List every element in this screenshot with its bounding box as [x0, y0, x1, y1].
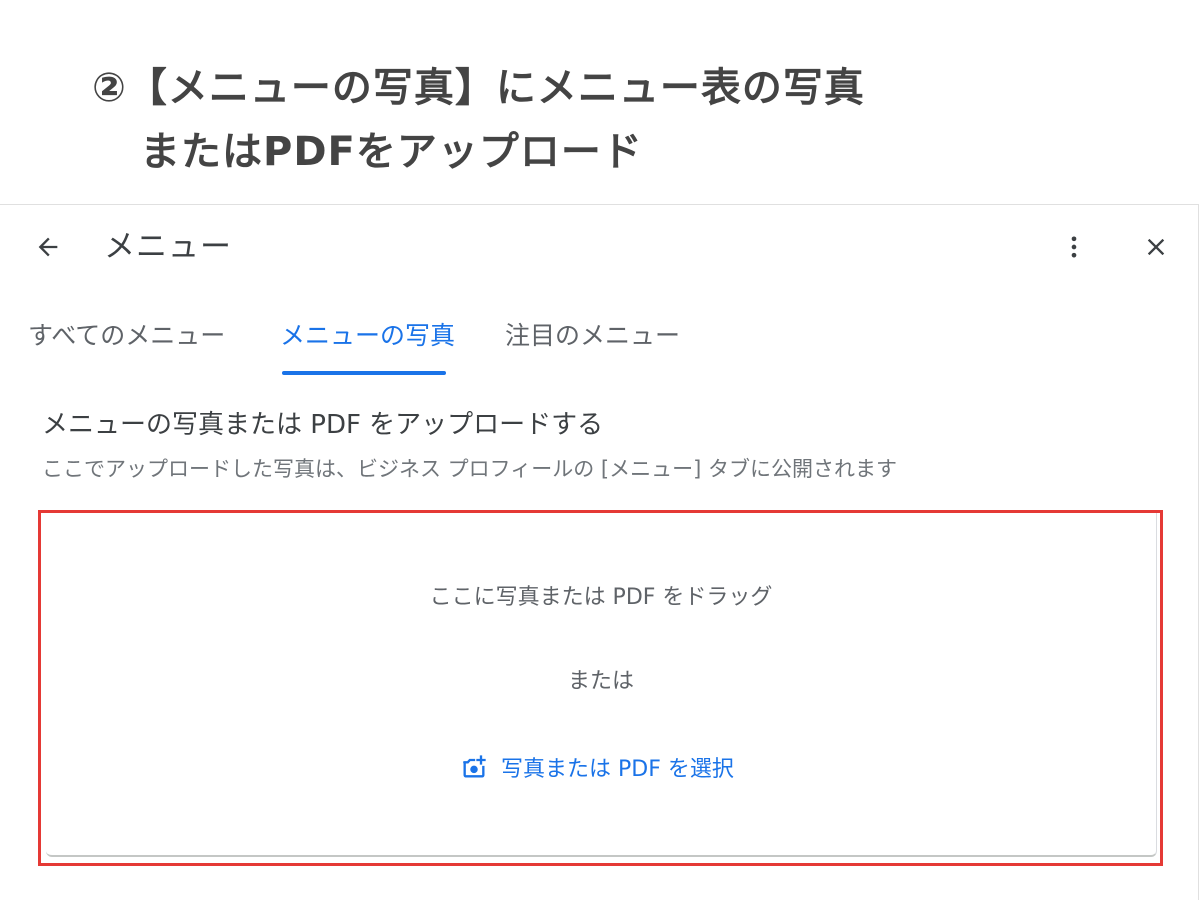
instruction-line-2: またはPDFをアップロード [140, 129, 643, 175]
more-vert-icon [1071, 236, 1077, 258]
tab-menu-photos[interactable]: メニューの写真 [280, 313, 455, 375]
select-file-button[interactable]: 写真または PDF を選択 [459, 747, 734, 787]
or-separator: または [567, 669, 634, 694]
drag-instruction: ここに写真または PDF をドラッグ [429, 585, 773, 610]
instruction-heading: ②【メニューの写真】にメニュー表の写真 またはPDFをアップロード [92, 56, 1092, 184]
dropzone-highlight-frame: ここに写真または PDF をドラッグ または 写真または PDF を選択 [38, 510, 1163, 866]
screenshot-canvas: ②【メニューの写真】にメニュー表の写真 またはPDFをアップロード メニュー す… [0, 0, 1200, 900]
add-photo-icon [459, 752, 489, 782]
tab-all-menu[interactable]: すべてのメニュー [28, 313, 225, 375]
instruction-line-1: ②【メニューの写真】にメニュー表の写真 [92, 65, 865, 111]
dialog-title: メニュー [104, 229, 232, 265]
upload-section-subtitle: ここでアップロードした写真は、ビジネス プロフィールの [メニュー] タブに公開… [42, 457, 897, 481]
close-button[interactable] [1136, 227, 1176, 267]
back-button[interactable] [28, 227, 68, 267]
more-options-button[interactable] [1054, 227, 1094, 267]
dialog-header: メニュー [0, 205, 1198, 289]
tab-featured-menu[interactable]: 注目のメニュー [505, 313, 680, 375]
select-file-label: 写真または PDF を選択 [501, 757, 734, 782]
menu-dialog: メニュー すべてのメニュー メニューの写真 注目のメニュー メニューの写真または… [0, 204, 1199, 900]
arrow-back-icon [38, 237, 58, 257]
tab-bar: すべてのメニュー メニューの写真 注目のメニュー [0, 313, 1198, 379]
active-tab-indicator [282, 371, 446, 375]
upload-section-title: メニューの写真または PDF をアップロードする [42, 410, 604, 440]
upload-dropzone[interactable]: ここに写真または PDF をドラッグ または 写真または PDF を選択 [46, 513, 1157, 857]
close-icon [1147, 238, 1165, 256]
